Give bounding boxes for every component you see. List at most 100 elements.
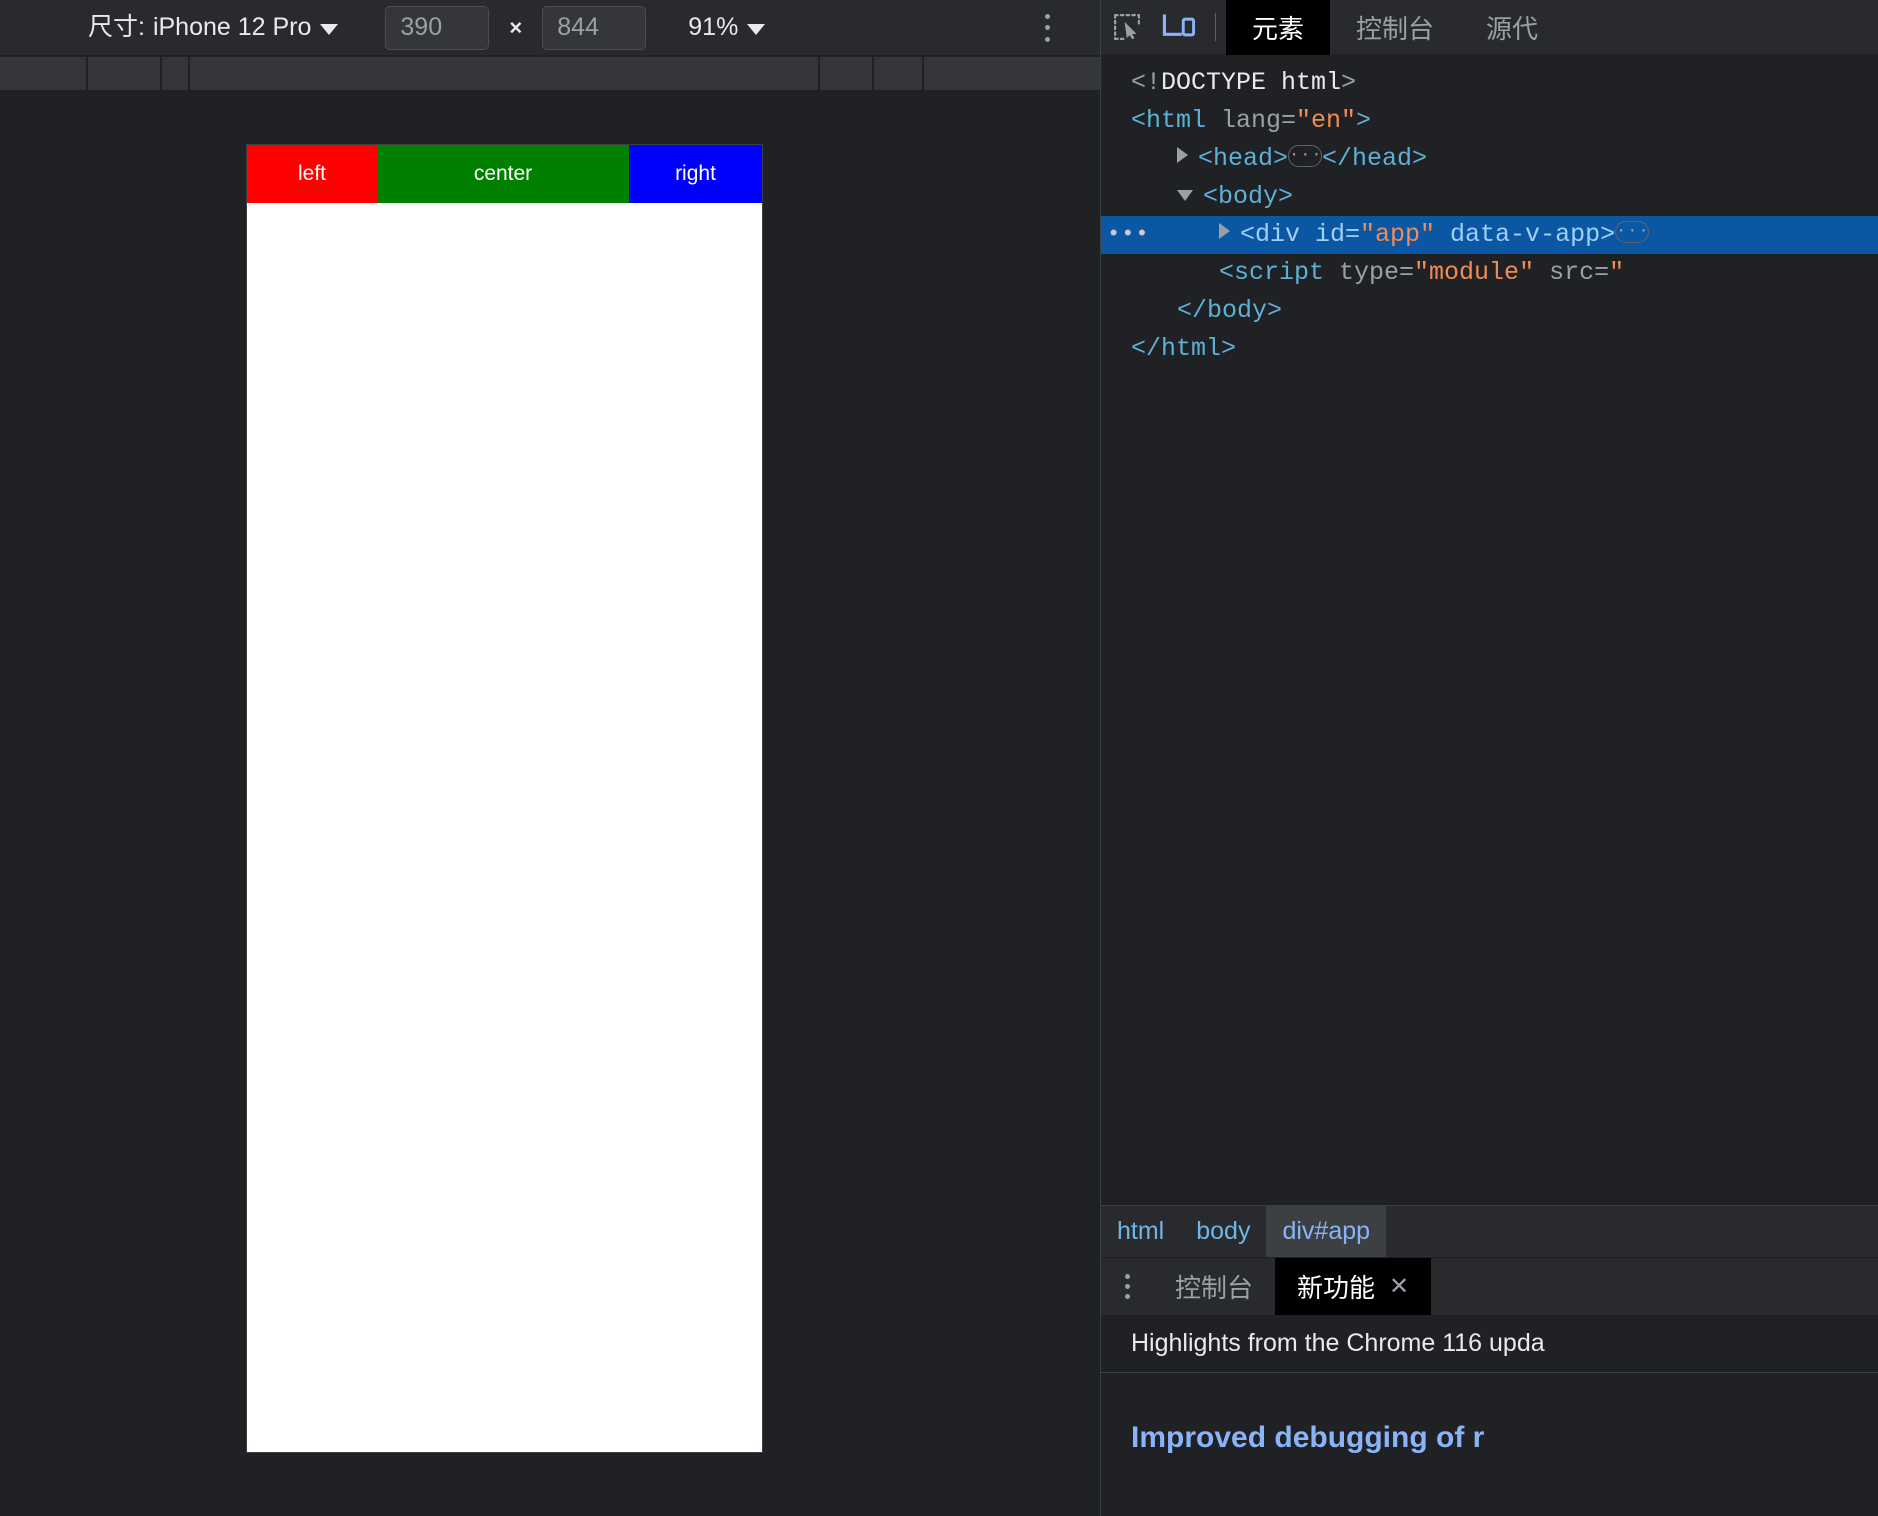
dom-node-html-close[interactable]: </html>: [1101, 330, 1878, 368]
device-toolbar-more-options-button[interactable]: [1032, 11, 1062, 45]
div-data-v-app-attr: data-v-app: [1435, 220, 1601, 249]
viewport-width-value: 390: [400, 13, 443, 41]
vertical-dots-icon: [1124, 1274, 1130, 1279]
dom-tree[interactable]: <!DOCTYPE html> <html lang="en"> <head>·…: [1101, 56, 1878, 1206]
flex-cell-left-label: left: [297, 162, 326, 185]
media-query-segment-0[interactable]: [0, 57, 86, 90]
drawer-tabbar: 控制台 新功能 ✕: [1101, 1257, 1878, 1316]
device-viewport[interactable]: left center right: [247, 145, 762, 1452]
viewport-height-value: 844: [557, 13, 599, 41]
caret-down-icon: [320, 24, 339, 35]
close-icon[interactable]: ✕: [1389, 1272, 1409, 1301]
head-close-tag: </head>: [1322, 144, 1428, 173]
flex-row-demo: left center right: [247, 145, 762, 203]
flex-cell-right: right: [629, 145, 762, 203]
media-query-segment-4[interactable]: [820, 57, 872, 90]
tab-console[interactable]: 控制台: [1330, 0, 1460, 55]
collapsed-children-badge[interactable]: ···: [1288, 145, 1323, 168]
caret-down-icon: [747, 24, 766, 35]
dom-node-body-open[interactable]: <body>: [1101, 178, 1878, 216]
html-lang-value: "en": [1296, 106, 1357, 135]
div-tag: <div: [1240, 220, 1316, 249]
drawer-tab-whats-new[interactable]: 新功能 ✕: [1275, 1257, 1432, 1316]
whats-new-subtitle-text: Highlights from the Chrome 116 upda: [1131, 1329, 1545, 1357]
zoom-value: 91%: [688, 13, 739, 41]
device-mode-toolbar: 尺寸: iPhone 12 Pro 390 × 844 91%: [0, 0, 1100, 56]
breadcrumb-item-body-label: body: [1196, 1217, 1251, 1245]
breadcrumb-item-div-app[interactable]: div#app: [1266, 1205, 1387, 1258]
drawer-tab-console[interactable]: 控制台: [1153, 1258, 1275, 1316]
media-query-segment-3[interactable]: [190, 57, 818, 90]
chevron-right-icon[interactable]: [1177, 147, 1188, 163]
media-query-segment-5[interactable]: [874, 57, 922, 90]
tab-console-label: 控制台: [1356, 13, 1435, 44]
drawer-more-options-button[interactable]: [1101, 1258, 1153, 1316]
div-id-value: "app": [1360, 220, 1436, 249]
chevron-down-icon[interactable]: [1177, 190, 1193, 201]
whats-new-subtitle: Highlights from the Chrome 116 upda: [1101, 1315, 1878, 1373]
inspect-element-icon: [1114, 14, 1140, 40]
toolbar-divider: [1215, 13, 1216, 41]
flex-cell-left: left: [247, 145, 377, 203]
doctype-close: >: [1341, 68, 1357, 97]
script-type-value: "module": [1414, 258, 1535, 287]
vertical-dots-icon: [1124, 1294, 1130, 1299]
breadcrumb-item-body[interactable]: body: [1180, 1206, 1266, 1258]
breadcrumb: html body div#app: [1101, 1205, 1878, 1258]
doctype-keyword: DOCTYPE html: [1161, 68, 1342, 97]
whats-new-article-title[interactable]: Improved debugging of r: [1101, 1373, 1878, 1455]
flex-cell-center-label: center: [473, 162, 533, 185]
whats-new-article-title-text: Improved debugging of r: [1131, 1421, 1485, 1454]
vertical-dots-icon: [1044, 13, 1050, 19]
media-query-segment-2[interactable]: [162, 57, 188, 90]
dimension-separator: ×: [509, 14, 523, 40]
viewport-height-input[interactable]: 844: [542, 5, 647, 50]
dom-node-html-open[interactable]: <html lang="en">: [1101, 102, 1878, 140]
dom-node-script[interactable]: <script type="module" src=": [1101, 254, 1878, 292]
device-name-value: iPhone 12 Pro: [152, 13, 312, 41]
script-src-value: ": [1609, 258, 1625, 287]
breadcrumb-item-html[interactable]: html: [1101, 1206, 1180, 1258]
head-open-tag: <head>: [1198, 144, 1289, 173]
dom-node-doctype[interactable]: <!DOCTYPE html>: [1101, 64, 1878, 102]
dom-node-head[interactable]: <head>···</head>: [1101, 140, 1878, 178]
breadcrumb-item-html-label: html: [1117, 1217, 1165, 1245]
devtools-window: 尺寸: iPhone 12 Pro 390 × 844 91% left cen…: [0, 0, 1878, 1516]
html-gt: >: [1356, 106, 1372, 135]
media-query-segment-6[interactable]: [924, 57, 1100, 90]
collapsed-children-badge[interactable]: ···: [1615, 221, 1650, 244]
body-close-tag: </body>: [1177, 296, 1283, 325]
html-close-tag: </html>: [1131, 334, 1237, 363]
tab-sources-label: 源代: [1486, 13, 1539, 44]
inspect-element-button[interactable]: [1101, 0, 1153, 55]
script-tag: <script: [1219, 258, 1340, 287]
viewport-width-input[interactable]: 390: [385, 5, 490, 50]
devtools-panel: 元素 控制台 源代 <!DOCTYPE html> <html lang="en…: [1100, 0, 1878, 1516]
tab-elements[interactable]: 元素: [1226, 0, 1331, 55]
device-selector[interactable]: 尺寸: iPhone 12 Pro: [88, 13, 339, 41]
div-gt: >: [1600, 220, 1616, 249]
zoom-selector[interactable]: 91%: [688, 13, 766, 42]
flex-cell-right-label: right: [675, 162, 716, 185]
whats-new-panel: Highlights from the Chrome 116 upda Impr…: [1101, 1315, 1878, 1516]
media-query-ruler[interactable]: [0, 57, 1100, 90]
devtools-tabbar: 元素 控制台 源代: [1101, 0, 1878, 55]
media-query-segment-1[interactable]: [88, 57, 160, 90]
chevron-right-icon[interactable]: [1219, 223, 1230, 239]
device-toolbar-icon: [1162, 14, 1196, 37]
tab-elements-label: 元素: [1252, 13, 1305, 44]
vertical-dots-icon: [1044, 25, 1050, 30]
toggle-device-toolbar-button[interactable]: [1153, 0, 1205, 55]
device-size-label: 尺寸:: [88, 13, 145, 41]
script-src-attr: src=: [1534, 258, 1610, 287]
dom-node-div-app[interactable]: ••• <div id="app" data-v-app>···: [1101, 216, 1878, 254]
body-open-tag: <body>: [1203, 182, 1294, 211]
dom-node-body-close[interactable]: </body>: [1101, 292, 1878, 330]
vertical-dots-icon: [1044, 36, 1050, 42]
node-badge-dots-icon[interactable]: •••: [1107, 224, 1150, 246]
drawer-tab-console-label: 控制台: [1175, 1273, 1254, 1303]
breadcrumb-item-div-app-label: div#app: [1282, 1217, 1371, 1245]
flex-cell-center: center: [377, 145, 629, 203]
vertical-dots-icon: [1124, 1284, 1130, 1289]
tab-sources[interactable]: 源代: [1460, 0, 1564, 55]
